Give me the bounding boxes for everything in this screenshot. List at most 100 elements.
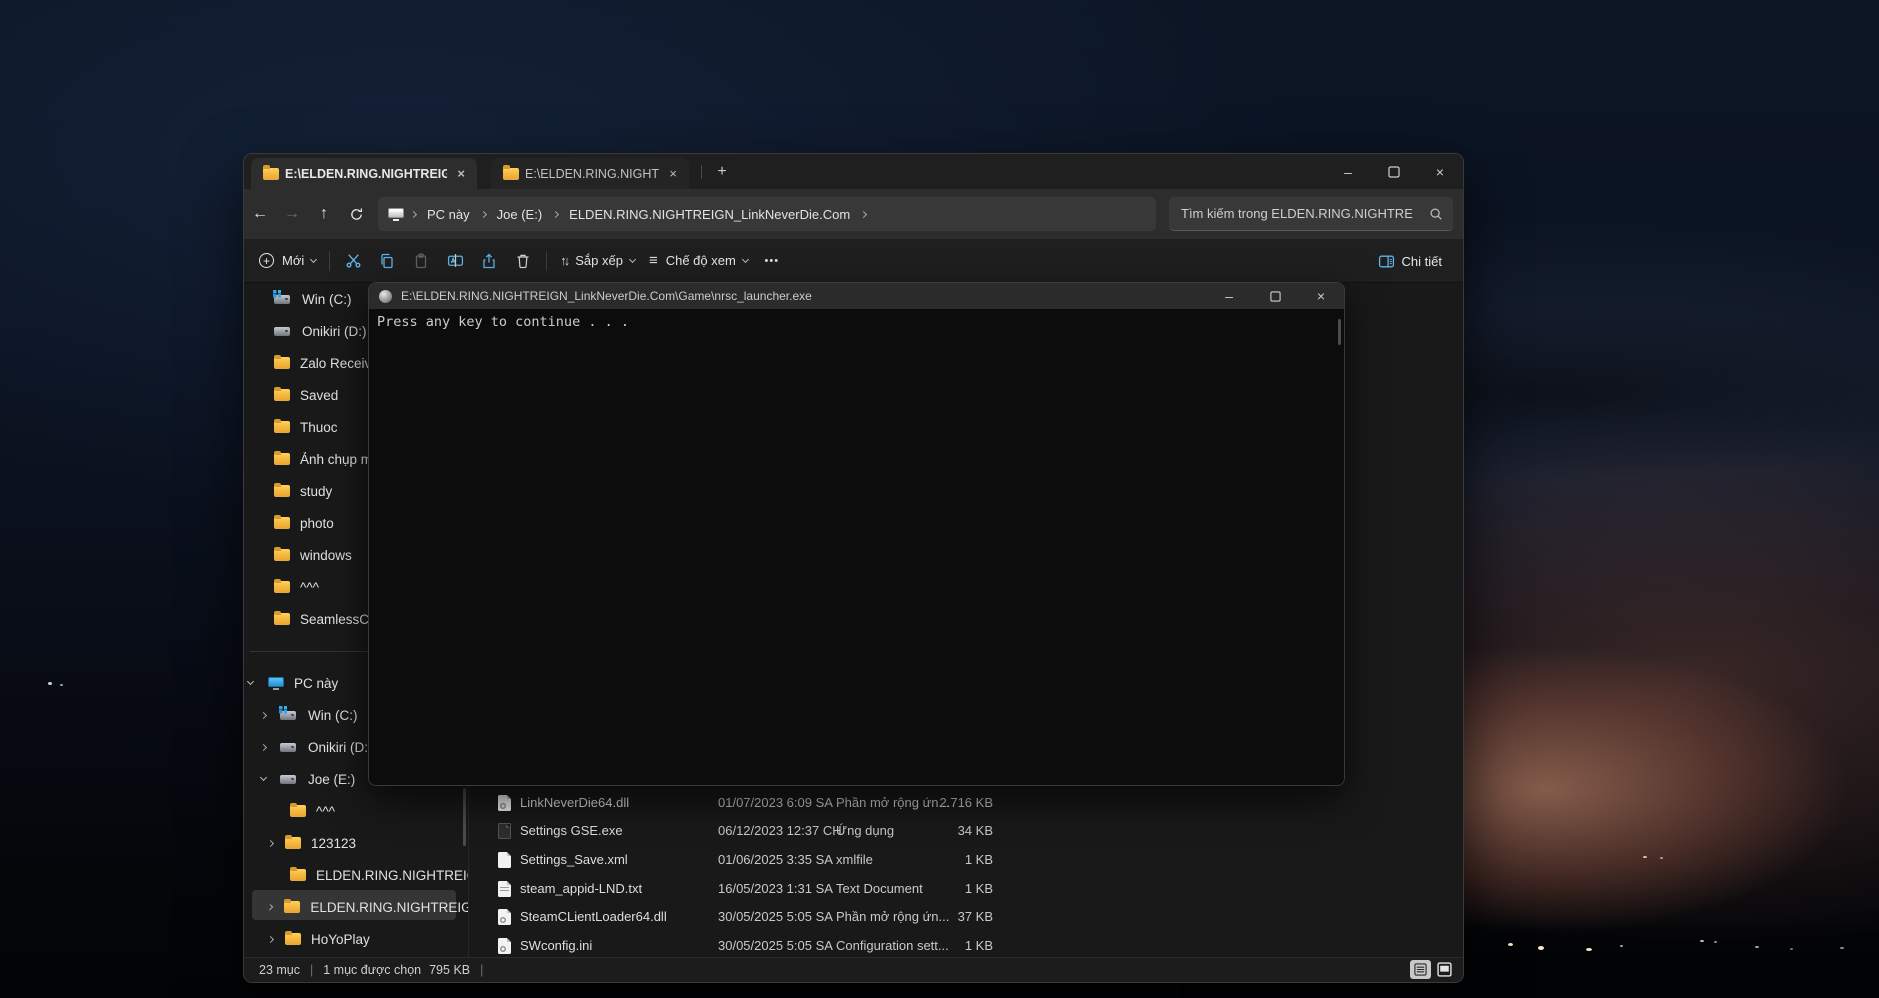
folder-icon <box>290 805 306 817</box>
console-scrollbar[interactable] <box>1338 319 1341 345</box>
toolbar-separator <box>329 251 330 271</box>
tree-item-elden-ring-nightreign-l[interactable]: ELDEN.RING.NIGHTREIGN.L <box>244 859 468 891</box>
drive-icon <box>274 327 290 336</box>
chevron-right-icon <box>480 210 487 217</box>
maximize-button[interactable] <box>1252 283 1298 309</box>
chevron-expanded-icon[interactable] <box>247 678 254 685</box>
file-row[interactable]: Settings_Save.xml 01/06/2025 3:35 SA xml… <box>468 848 1463 872</box>
console-caption-buttons: – × <box>1206 283 1344 309</box>
item-count: 23 mục <box>259 963 300 977</box>
chevron-down-icon <box>742 256 749 263</box>
refresh-button[interactable] <box>340 198 372 230</box>
sidebar-scrollbar[interactable] <box>463 788 466 846</box>
plus-circle-icon: + <box>259 253 274 268</box>
chevron-down-icon <box>629 256 636 263</box>
copy-button[interactable] <box>370 245 404 277</box>
minimize-button[interactable]: – <box>1325 154 1371 189</box>
file-row[interactable]: LinkNeverDie64.dll 01/07/2023 6:09 SA Ph… <box>468 791 1463 815</box>
console-app-icon <box>379 290 392 303</box>
breadcrumb-item-pc[interactable]: PC này <box>423 207 474 222</box>
status-bar: 23 mục | 1 mục được chọn 795 KB | <box>244 957 1463 982</box>
forward-button[interactable]: → <box>276 198 308 230</box>
new-tab-button[interactable]: + <box>708 160 736 184</box>
new-button[interactable]: + Mới <box>252 245 323 277</box>
pc-monitor-icon <box>268 677 284 690</box>
details-label: Chi tiết <box>1402 254 1442 269</box>
toolbar-separator <box>546 251 547 271</box>
search-input[interactable]: Tìm kiếm trong ELDEN.RING.NIGHTRE <box>1169 197 1453 231</box>
chevron-right-icon <box>860 210 867 217</box>
file-row[interactable]: steam_appid-LND.txt 16/05/2023 1:31 SA T… <box>468 877 1463 901</box>
back-button[interactable]: ← <box>244 198 276 230</box>
close-button[interactable]: × <box>1298 283 1344 309</box>
txt-file-icon <box>498 881 511 897</box>
console-title-bar[interactable]: E:\ELDEN.RING.NIGHTREIGN_LinkNeverDie.Co… <box>369 283 1344 309</box>
tab-close-icon[interactable]: × <box>453 166 469 181</box>
view-button[interactable]: ≡ Chế độ xem <box>642 245 755 277</box>
chevron-collapsed-icon[interactable] <box>267 839 274 846</box>
file-row[interactable]: SWconfig.ini 30/05/2025 5:05 SA Configur… <box>468 934 1463 958</box>
chevron-down-icon <box>310 256 317 263</box>
console-window[interactable]: E:\ELDEN.RING.NIGHTREIGN_LinkNeverDie.Co… <box>368 282 1345 786</box>
drive-icon <box>280 775 296 784</box>
rename-button[interactable] <box>438 245 472 277</box>
breadcrumb[interactable]: PC này Joe (E:) ELDEN.RING.NIGHTREIGN_Li… <box>378 197 1156 231</box>
tree-item-123123[interactable]: 123123 <box>244 827 468 859</box>
sort-label: Sắp xếp <box>575 253 623 268</box>
status-separator: | <box>480 963 483 977</box>
chevron-collapsed-icon[interactable] <box>260 743 267 750</box>
folder-icon <box>274 581 290 593</box>
folder-icon <box>274 613 290 625</box>
up-button[interactable]: ↑ <box>308 198 340 230</box>
console-output[interactable]: Press any key to continue . . . <box>369 309 1344 785</box>
dll-file-icon <box>498 909 511 925</box>
close-button[interactable]: × <box>1417 154 1463 189</box>
folder-icon <box>285 933 301 945</box>
folder-icon <box>274 485 290 497</box>
breadcrumb-item-folder[interactable]: ELDEN.RING.NIGHTREIGN_LinkNeverDie.Com <box>565 207 854 222</box>
cut-button[interactable] <box>336 245 370 277</box>
maximize-button[interactable] <box>1371 154 1417 189</box>
paste-button[interactable] <box>404 245 438 277</box>
folder-icon <box>290 869 306 881</box>
chevron-collapsed-icon[interactable] <box>260 711 267 718</box>
folder-icon <box>274 517 290 529</box>
tree-item-hoyoplay[interactable]: HoYoPlay <box>244 923 468 955</box>
tab-separator <box>701 165 702 179</box>
tab-close-icon[interactable]: × <box>665 166 681 181</box>
folder-icon <box>274 357 290 369</box>
pc-icon <box>388 208 404 221</box>
windows-logo-icon <box>273 290 281 298</box>
file-list: LinkNeverDie64.dll 01/07/2023 6:09 SA Ph… <box>468 791 1463 959</box>
breadcrumb-item-drive[interactable]: Joe (E:) <box>493 207 547 222</box>
view-toggles <box>1410 960 1455 979</box>
sort-button[interactable]: ↑↓ Sắp xếp <box>553 245 642 277</box>
drive-icon <box>274 295 290 304</box>
details-pane-button[interactable]: Chi tiết <box>1371 245 1449 277</box>
folder-icon <box>503 168 519 180</box>
ini-file-icon <box>498 938 511 954</box>
thumbnail-view-button[interactable] <box>1434 960 1455 979</box>
details-view-button[interactable] <box>1410 960 1431 979</box>
chevron-right-icon <box>552 210 559 217</box>
tree-item-carets[interactable]: ^^^ <box>244 795 468 827</box>
chevron-expanded-icon[interactable] <box>260 774 267 781</box>
folder-icon <box>274 549 290 561</box>
explorer-tab-active[interactable]: E:\ELDEN.RING.NIGHTREIGN_I × <box>251 158 477 189</box>
file-row[interactable]: SteamCLientLoader64.dll 30/05/2025 5:05 … <box>468 905 1463 929</box>
search-icon <box>1429 207 1443 221</box>
share-button[interactable] <box>472 245 506 277</box>
chevron-collapsed-icon[interactable] <box>267 935 274 942</box>
windows-logo-icon <box>279 706 287 714</box>
more-options-button[interactable]: ••• <box>755 245 789 277</box>
tree-item-elden-ring-nightreign-selected[interactable]: ELDEN.RING.NIGHTREIGN_L <box>244 891 468 923</box>
folder-icon <box>274 389 290 401</box>
tab-label: E:\ELDEN.RING.NIGHTREIGN.LN <box>525 167 659 181</box>
file-row[interactable]: Settings GSE.exe 06/12/2023 12:37 CH Ứng… <box>468 819 1463 843</box>
minimize-button[interactable]: – <box>1206 283 1252 309</box>
view-label: Chế độ xem <box>666 253 736 268</box>
explorer-tab-inactive[interactable]: E:\ELDEN.RING.NIGHTREIGN.LN × <box>491 158 689 189</box>
chevron-collapsed-icon[interactable] <box>267 904 274 911</box>
delete-button[interactable] <box>506 245 540 277</box>
selection-size: 795 KB <box>429 963 470 977</box>
